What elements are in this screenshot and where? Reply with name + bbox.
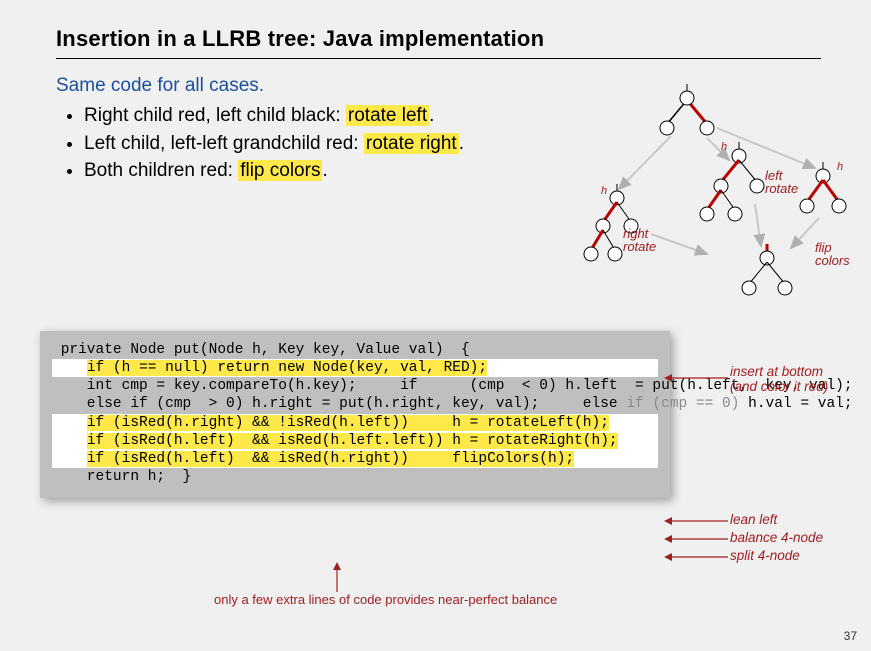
case-text: Left child, left-left grandchild red:	[84, 133, 364, 154]
title-rule	[56, 58, 821, 59]
code-line-highlight: if (isRed(h.left) && isRed(h.right)) fli…	[52, 450, 658, 468]
tree-diagram: h rightrotate h	[579, 84, 859, 314]
annot-footer: only a few extra lines of code provides …	[214, 592, 557, 607]
case-action: flip colors	[238, 160, 322, 181]
case-text: Both children red:	[84, 160, 238, 181]
h-label: h	[837, 161, 843, 173]
code-line-highlight: if (isRed(h.left) && isRed(h.left.left))…	[52, 432, 658, 450]
right-rotate-label: rightrotate	[623, 226, 656, 254]
case-action: rotate right	[364, 133, 459, 154]
code-line: return h;	[52, 469, 165, 485]
code-line: private Node put(Node h, Key key, Value …	[52, 342, 444, 358]
code-line-highlight: if (isRed(h.right) && !isRed(h.left)) h …	[52, 414, 658, 432]
left-rotate-label: leftrotate	[765, 168, 798, 196]
code-line: else if (cmp > 0) h.right = put(h.right,…	[52, 396, 539, 412]
code-line: {	[452, 342, 469, 358]
h-label: h	[601, 185, 607, 197]
case-action: rotate left	[346, 105, 429, 126]
code-line: }	[174, 469, 191, 485]
code-line-highlight: if (h == null) return new Node(key, val,…	[52, 359, 658, 377]
annot-lean: lean left	[730, 512, 777, 527]
code-line: int cmp = key.compareTo(h.key);	[52, 378, 357, 394]
annot-insert: insert at bottom (and color it red)	[730, 364, 828, 394]
flip-colors-label: flipcolors	[815, 240, 850, 268]
slide-title: Insertion in a LLRB tree: Java implement…	[56, 26, 821, 52]
page-number: 37	[844, 629, 857, 643]
annot-balance: balance 4-node	[730, 530, 823, 545]
case-text: Right child red, left child black:	[84, 105, 346, 126]
code-block: private Node put(Node h, Key key, Value …	[40, 331, 670, 498]
code-line: else if (cmp == 0) h.val = val;	[548, 396, 853, 412]
h-label: h	[721, 141, 727, 153]
annot-split: split 4-node	[730, 548, 800, 563]
